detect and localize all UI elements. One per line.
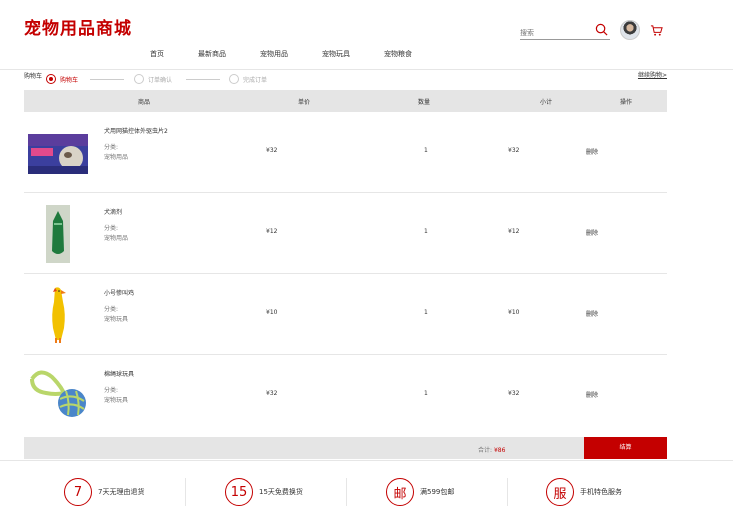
category-label: 分类: (104, 387, 119, 394)
cart-icon[interactable] (650, 24, 663, 37)
quantity: 1 (424, 147, 428, 154)
search-box (520, 20, 610, 42)
unit-price: ¥32 (266, 390, 278, 397)
product-image-nexgard[interactable] (26, 122, 90, 182)
cart-total: 合计: ¥86 (478, 445, 505, 454)
product-category: 宠物用品 (104, 154, 129, 161)
divider (507, 478, 508, 506)
step-cart-label: 购物车 (60, 76, 79, 84)
continue-shopping-link[interactable]: 继续购物> (638, 70, 667, 79)
step-inactive-icon (229, 74, 239, 84)
feature-mobile-service: 服 手机特色服务 (546, 478, 622, 506)
search-input[interactable] (520, 24, 592, 42)
step-connector (186, 79, 220, 80)
nav-new-products[interactable]: 最新商品 (198, 49, 226, 59)
exchange-15-icon: 15 (225, 478, 253, 506)
step-complete: 完成订单 (229, 74, 267, 84)
unit-price: ¥12 (266, 228, 278, 235)
feature-7-day-return: 7 7天无理由退货 (64, 478, 144, 506)
quantity: 1 (424, 390, 428, 397)
product-image-rubber-chicken[interactable] (26, 284, 90, 344)
checkout-button[interactable]: 结算 (584, 437, 667, 459)
feature-label: 手机特色服务 (580, 488, 622, 496)
checkout-steps: 购物车 购物车 订单确认 完成订单 继续购物> (24, 70, 667, 86)
service-footer: 7 7天无理由退货 15 15天免费换货 邮 满599包邮 服 手机特色服务 (0, 460, 733, 507)
delete-button[interactable]: 删除 (586, 309, 598, 318)
quantity: 1 (424, 228, 428, 235)
product-category: 宠物用品 (104, 235, 129, 242)
delete-button[interactable]: 删除 (586, 147, 598, 156)
delete-button[interactable]: 删除 (586, 228, 598, 237)
header-product: 商品 (138, 99, 151, 106)
cart-row: 犬用网猫控体外驱虫片2 分类: 宠物用品 ¥32 1 ¥32 删除 (24, 112, 667, 193)
mail-icon: 邮 (386, 478, 414, 506)
header-quantity: 数量 (418, 99, 431, 106)
category-label: 分类: (104, 225, 119, 232)
header-actions: 操作 (620, 99, 633, 106)
nav-home[interactable]: 首页 (150, 49, 164, 59)
total-label: 合计: (478, 447, 493, 454)
category-label: 分类: (104, 306, 119, 313)
total-value: ¥86 (493, 447, 506, 454)
feature-15-day-exchange: 15 15天免费换货 (225, 478, 303, 506)
divider (346, 478, 347, 506)
header-subtotal: 小计 (540, 99, 553, 106)
product-category: 宠物玩具 (104, 397, 129, 404)
product-image-rope-ball[interactable] (26, 365, 90, 425)
product-category: 宠物玩具 (104, 316, 129, 323)
nav-pet-food[interactable]: 宠物粮食 (384, 49, 412, 59)
main-nav: 首页 最新商品 宠物用品 宠物玩具 宠物粮食 (150, 49, 446, 59)
delete-button[interactable]: 删除 (586, 390, 598, 399)
cart-row: 犬滴剂 分类: 宠物用品 ¥12 1 ¥12 删除 (24, 193, 667, 274)
header-unit-price: 单价 (298, 99, 311, 106)
unit-price: ¥32 (266, 147, 278, 154)
step-inactive-icon (134, 74, 144, 84)
steps-title: 购物车 (24, 73, 43, 80)
product-name[interactable]: 小号惨叫鸡 (104, 288, 134, 297)
subtotal: ¥32 (508, 390, 520, 397)
site-logo[interactable]: 宠物用品商城 (24, 14, 132, 39)
site-header: 宠物用品商城 首页 最新商品 宠物用品 宠物玩具 宠物粮食 (0, 0, 733, 70)
product-name[interactable]: 犬滴剂 (104, 207, 122, 216)
step-confirm: 订单确认 (134, 74, 172, 84)
unit-price: ¥10 (266, 309, 278, 316)
step-confirm-label: 订单确认 (148, 76, 173, 84)
step-active-icon (46, 74, 56, 84)
search-icon[interactable] (595, 23, 608, 36)
divider (185, 478, 186, 506)
feature-label: 15天免费换货 (259, 488, 303, 496)
feature-label: 满599包邮 (420, 488, 455, 496)
subtotal: ¥10 (508, 309, 520, 316)
avatar[interactable] (620, 20, 640, 40)
cart-row: 棉绳球玩具 分类: 宠物玩具 ¥32 1 ¥32 删除 (24, 355, 667, 436)
nav-pet-supplies[interactable]: 宠物用品 (260, 49, 288, 59)
product-name[interactable]: 棉绳球玩具 (104, 369, 134, 378)
step-cart: 购物车 (46, 74, 78, 84)
cart-table-header: 商品 单价 数量 小计 操作 (24, 90, 667, 112)
service-icon: 服 (546, 478, 574, 506)
cart-summary-bar: 合计: ¥86 结算 (24, 437, 667, 459)
cart-row: 小号惨叫鸡 分类: 宠物玩具 ¥10 1 ¥10 删除 (24, 274, 667, 355)
step-connector (90, 79, 124, 80)
subtotal: ¥12 (508, 228, 520, 235)
category-label: 分类: (104, 144, 119, 151)
feature-free-shipping: 邮 满599包邮 (386, 478, 454, 506)
subtotal: ¥32 (508, 147, 520, 154)
return-7-icon: 7 (64, 478, 92, 506)
product-image-dog-drops[interactable] (26, 203, 90, 263)
quantity: 1 (424, 309, 428, 316)
feature-label: 7天无理由退货 (98, 488, 145, 496)
nav-pet-toys[interactable]: 宠物玩具 (322, 49, 350, 59)
product-name[interactable]: 犬用网猫控体外驱虫片2 (104, 126, 168, 135)
step-complete-label: 完成订单 (243, 76, 268, 84)
